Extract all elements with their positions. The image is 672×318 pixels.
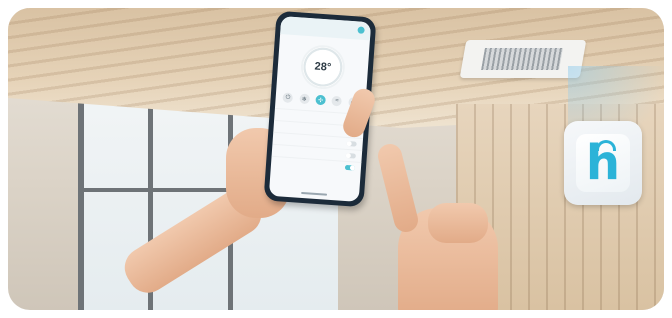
power-icon[interactable]: ⏻ — [282, 92, 294, 104]
app-icon: h — [564, 121, 642, 205]
mode-icon[interactable]: ❄ — [298, 93, 310, 105]
home-indicator — [301, 191, 328, 196]
temperature-dial[interactable]: 28° — [299, 43, 347, 91]
settings-icon[interactable] — [357, 26, 365, 34]
promo-photo: 28° ⏻ ❄ ✢ ≈ ◷ — [8, 8, 664, 310]
fan-icon[interactable]: ✢ — [315, 94, 326, 106]
right-index-finger — [375, 141, 421, 235]
swing-icon[interactable]: ≈ — [331, 95, 343, 107]
temperature-value: 28° — [314, 60, 332, 74]
photo-frame: 28° ⏻ ❄ ✢ ≈ ◷ — [0, 0, 672, 318]
right-fingers — [428, 203, 488, 243]
app-header — [280, 16, 372, 41]
